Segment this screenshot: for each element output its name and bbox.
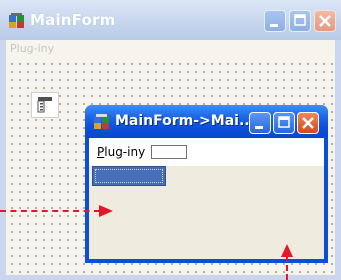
outer-menubar <box>6 40 335 58</box>
app-icon <box>8 13 26 29</box>
close-icon <box>302 117 314 129</box>
child-minimize-button[interactable] <box>249 112 271 134</box>
maximize-icon <box>278 116 290 128</box>
child-maximize-button[interactable] <box>273 112 295 134</box>
app-icon <box>93 114 111 130</box>
outer-menu-item-plugins[interactable]: Plug-iny <box>10 42 54 55</box>
annotation-arrow-line <box>0 210 100 212</box>
outer-maximize-button[interactable] <box>289 10 311 32</box>
minimize-icon <box>255 126 263 129</box>
menustrip-component-icon[interactable] <box>31 92 59 118</box>
new-menu-item-placeholder[interactable] <box>151 145 187 159</box>
maximize-icon <box>294 14 306 26</box>
annotation-arrow-up-icon <box>281 244 293 257</box>
outer-minimize-button[interactable] <box>264 10 286 32</box>
outer-close-button[interactable] <box>314 10 336 32</box>
child-close-button[interactable] <box>297 112 319 134</box>
outer-window-title: MainForm <box>30 11 116 29</box>
annotation-arrow-line-vertical <box>286 256 288 280</box>
child-menu-item-plugins[interactable]: Plug-iny <box>97 145 145 159</box>
selection-focus-rect <box>95 169 163 183</box>
minimize-icon <box>270 24 278 27</box>
child-window-title: MainForm->Mai... <box>115 113 255 129</box>
menu-label-rest: lug-iny <box>104 145 146 159</box>
close-icon <box>319 15 331 27</box>
annotation-arrow-right-icon <box>99 205 113 217</box>
